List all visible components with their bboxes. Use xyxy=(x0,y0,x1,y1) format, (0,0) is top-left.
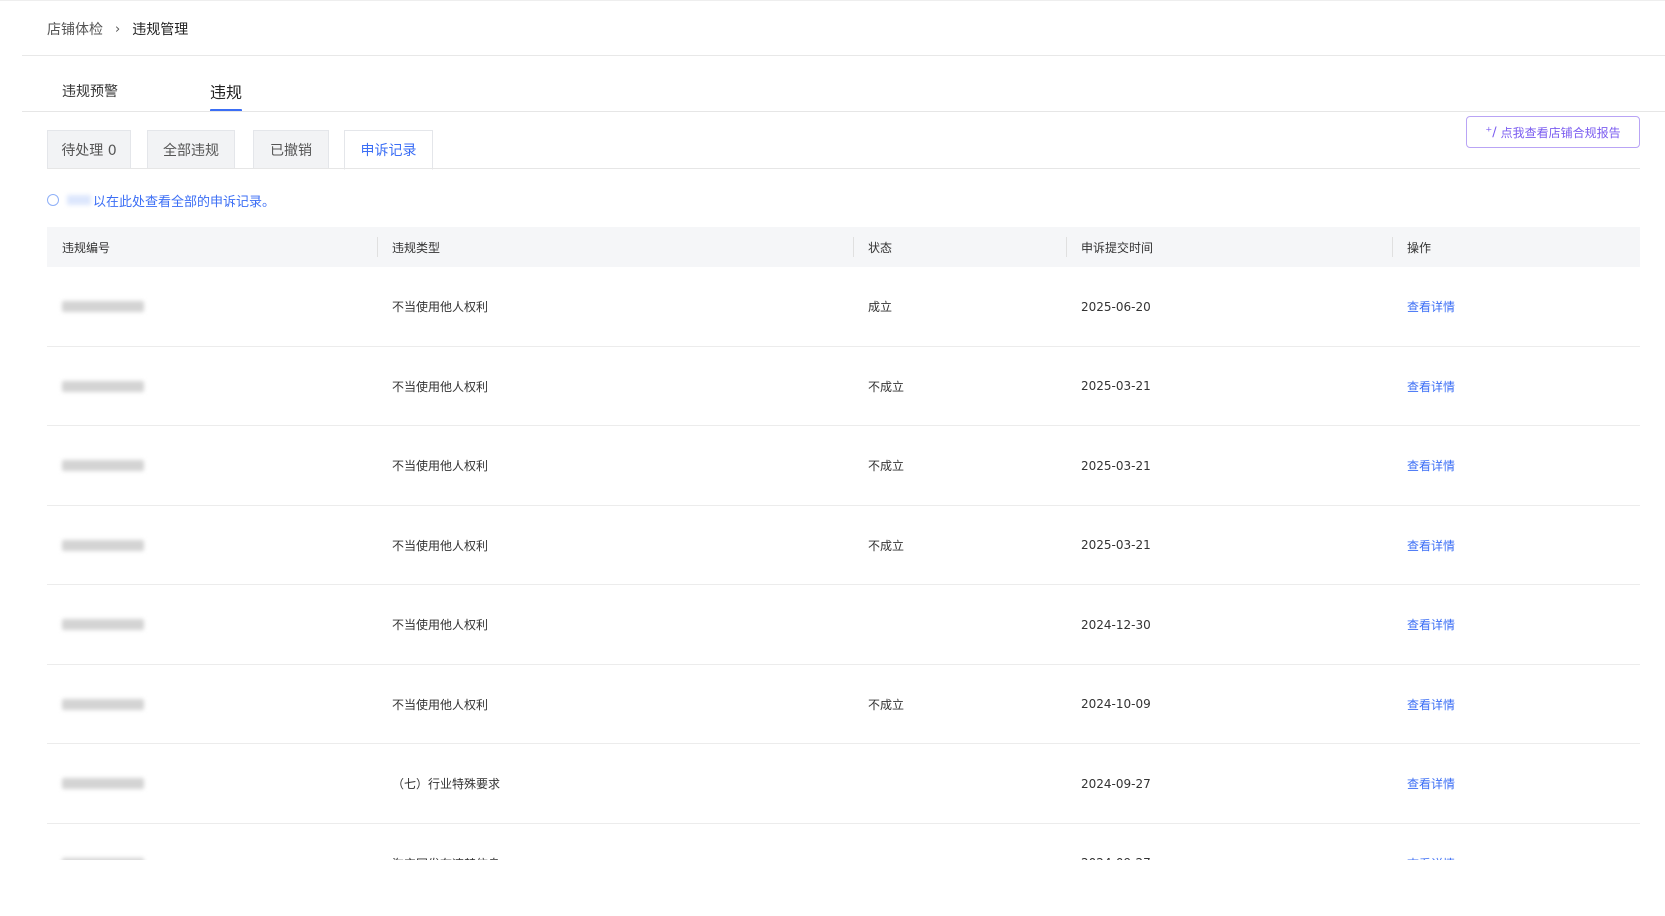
sub-tabs-divider xyxy=(47,168,1640,169)
view-details-link[interactable]: 查看详情 xyxy=(1407,665,1455,744)
tab-violation-warning[interactable]: 违规预警 xyxy=(62,70,118,112)
table-row: 不当使用他人权利 不成立 2025-03-21 查看详情 xyxy=(47,426,1640,506)
table-header: 违规编号 违规类型 状态 申诉提交时间 操作 xyxy=(47,227,1640,267)
column-header-violation-type: 违规类型 xyxy=(377,227,440,267)
table-row: 不当使用他人权利 不成立 2025-03-21 查看详情 xyxy=(47,506,1640,585)
violation-type-cell: 不当使用他人权利 xyxy=(392,618,489,632)
violation-id-cell xyxy=(62,665,144,744)
breadcrumb-divider xyxy=(22,55,1665,56)
column-header-submit-time: 申诉提交时间 xyxy=(1066,227,1153,267)
column-header-violation-id: 违规编号 xyxy=(62,240,111,255)
redacted-text xyxy=(67,195,91,205)
status-cell: 不成立 xyxy=(868,538,905,553)
status-cell: 不成立 xyxy=(868,697,905,712)
subtab-all-violations[interactable]: 全部违规 xyxy=(147,130,235,169)
compliance-report-button[interactable]: ⁺∕ 点我查看店铺合规报告 xyxy=(1466,116,1640,148)
view-details-link[interactable]: 查看详情 xyxy=(1407,426,1455,505)
submit-time-cell: 2025-06-20 xyxy=(1081,299,1151,314)
main-tabs: 违规预警 违规 xyxy=(22,70,1665,112)
viewport-bottom-cutoff xyxy=(0,860,1665,916)
violation-type-cell: 不当使用他人权利 xyxy=(392,459,489,473)
violation-type-cell: 不当使用他人权利 xyxy=(392,300,489,314)
status-cell: 不成立 xyxy=(868,379,905,394)
column-header-action: 操作 xyxy=(1392,227,1431,267)
tab-label: 违规预警 xyxy=(62,84,118,100)
column-header-status: 状态 xyxy=(853,227,892,267)
tab-violation[interactable]: 违规 xyxy=(210,70,243,112)
view-details-link[interactable]: 查看详情 xyxy=(1407,347,1455,426)
violation-type-cell: 不当使用他人权利 xyxy=(392,538,489,553)
sparkle-icon: ⁺∕ xyxy=(1485,124,1497,140)
violation-id-cell xyxy=(62,506,144,585)
violation-id-cell xyxy=(62,347,144,426)
table-row: 不当使用他人权利 成立 2025-06-20 查看详情 xyxy=(47,267,1640,347)
view-details-link[interactable]: 查看详情 xyxy=(1407,506,1455,585)
breadcrumb-chevron-icon: › xyxy=(115,21,121,37)
submit-time-cell: 2024-09-27 xyxy=(1081,776,1151,791)
violation-id-cell xyxy=(62,585,144,664)
view-details-link[interactable]: 查看详情 xyxy=(1407,267,1455,346)
violation-type-cell: 不当使用他人权利 xyxy=(392,697,489,712)
violation-id-cell xyxy=(62,267,144,346)
appeal-records-table: 违规编号 违规类型 状态 申诉提交时间 操作 不当使用他人权利 成立 2025-… xyxy=(47,227,1640,903)
submit-time-cell: 2024-12-30 xyxy=(1081,617,1151,632)
submit-time-cell: 2025-03-21 xyxy=(1081,379,1151,393)
submit-time-cell: 2025-03-21 xyxy=(1081,538,1151,552)
violation-id-cell xyxy=(62,426,144,505)
table-row: 不当使用他人权利 2024-12-30 查看详情 xyxy=(47,585,1640,665)
violation-type-cell: 不当使用他人权利 xyxy=(392,379,489,394)
table-row: （七）行业特殊要求 2024-09-27 查看详情 xyxy=(47,744,1640,824)
breadcrumb: 店铺体检 › 违规管理 xyxy=(47,18,188,40)
status-cell: 成立 xyxy=(868,300,893,314)
submit-time-cell: 2024-10-09 xyxy=(1081,697,1151,711)
table-row: 不当使用他人权利 不成立 2025-03-21 查看详情 xyxy=(47,347,1640,426)
notice-bar: 以在此处查看全部的申诉记录。 xyxy=(47,190,275,210)
view-details-link[interactable]: 查看详情 xyxy=(1407,585,1455,664)
submit-time-cell: 2025-03-21 xyxy=(1081,458,1151,473)
breadcrumb-parent[interactable]: 店铺体检 xyxy=(47,19,103,39)
subtab-revoked[interactable]: 已撤销 xyxy=(253,130,329,169)
top-border xyxy=(0,0,1665,1)
subtab-pending[interactable]: 待处理 0 xyxy=(47,130,131,169)
violation-type-cell: （七）行业特殊要求 xyxy=(392,777,501,791)
status-cell: 不成立 xyxy=(868,459,905,473)
info-icon xyxy=(47,194,59,206)
view-details-link[interactable]: 查看详情 xyxy=(1407,744,1455,823)
main-tabs-divider xyxy=(22,111,1665,112)
notice-text: 以在此处查看全部的申诉记录。 xyxy=(93,194,276,210)
subtab-appeal-records[interactable]: 申诉记录 xyxy=(344,130,433,170)
violation-id-cell xyxy=(62,744,144,823)
table-row: 不当使用他人权利 不成立 2024-10-09 查看详情 xyxy=(47,665,1640,744)
compliance-report-label: 点我查看店铺合规报告 xyxy=(1500,125,1621,140)
breadcrumb-current: 违规管理 xyxy=(132,22,189,38)
tab-label: 违规 xyxy=(210,83,243,102)
